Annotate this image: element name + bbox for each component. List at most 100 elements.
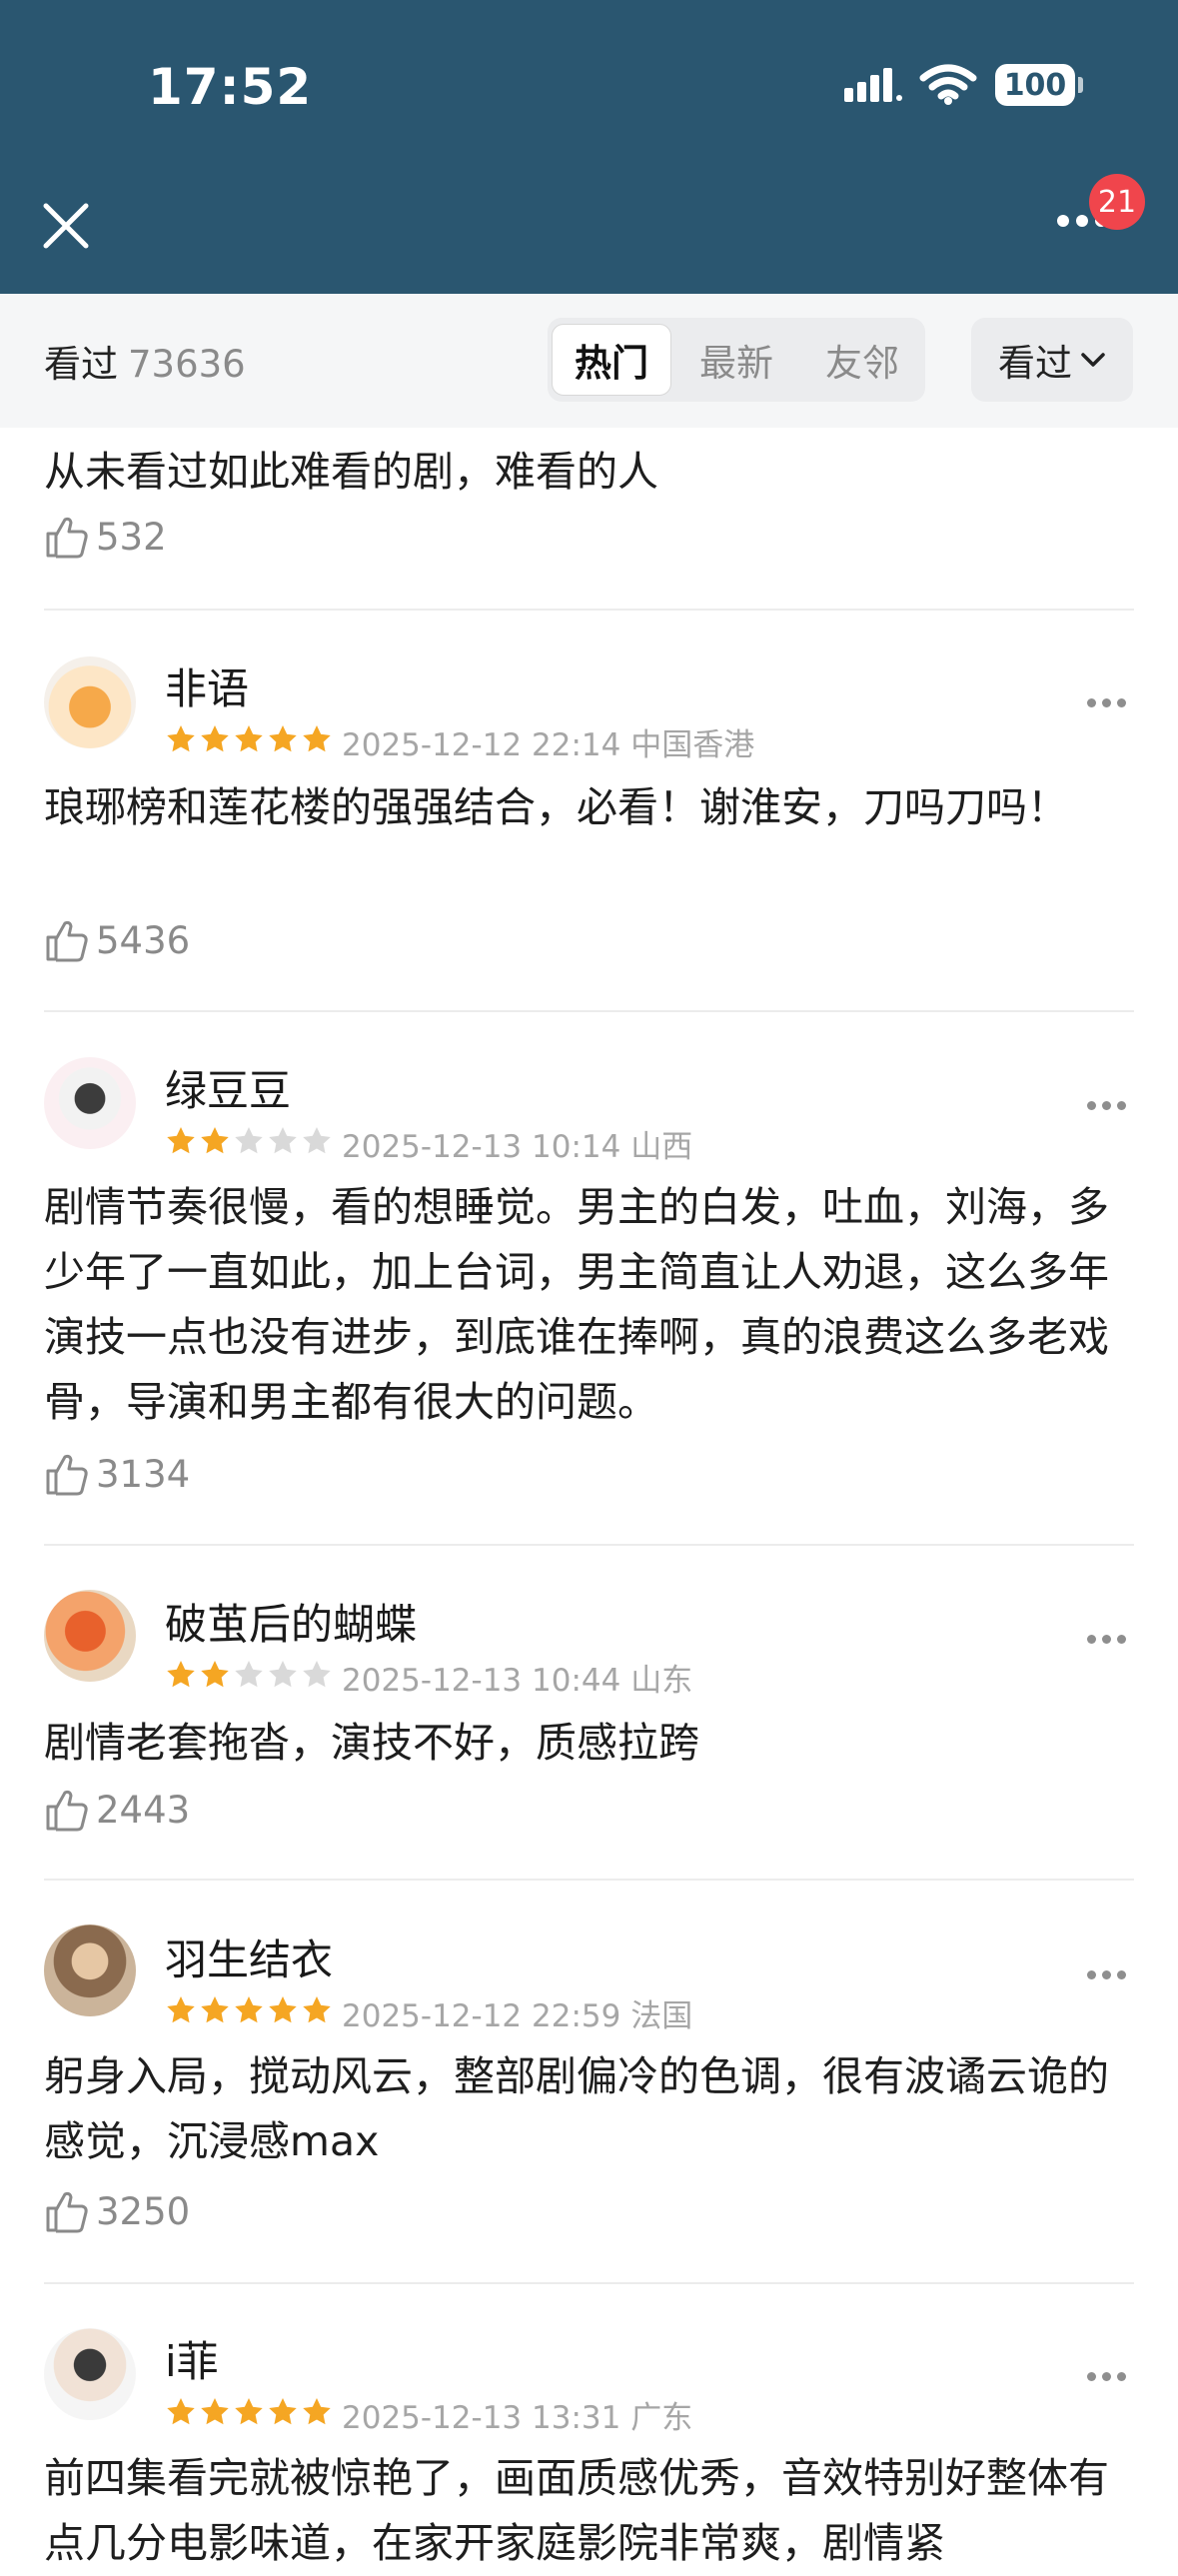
star-icon bbox=[167, 1996, 195, 2023]
status-dropdown[interactable]: 看过 bbox=[971, 318, 1133, 402]
status-time: 17:52 bbox=[148, 58, 313, 116]
divider bbox=[44, 1879, 1134, 1881]
like-count: 2443 bbox=[96, 1788, 191, 1832]
star-icon bbox=[269, 2398, 297, 2425]
wifi-icon bbox=[919, 64, 977, 105]
sort-tabs: 热门 最新 友邻 bbox=[548, 318, 925, 402]
star-icon bbox=[167, 1127, 195, 1154]
user-name[interactable]: 破茧后的蝴蝶 bbox=[165, 1591, 417, 1652]
comment-datetime: 2025-12-12 22:14 bbox=[342, 727, 621, 763]
star-icon bbox=[167, 1661, 195, 1688]
like-button[interactable]: 5436 bbox=[44, 917, 190, 963]
star-icon bbox=[201, 1661, 229, 1688]
signal-icon bbox=[844, 68, 902, 102]
user-name[interactable]: i菲 bbox=[165, 2328, 219, 2389]
dropdown-label: 看过 bbox=[998, 342, 1072, 385]
notification-badge: 21 bbox=[1089, 174, 1145, 230]
comment-text: 从未看过如此难看的剧，难看的人 bbox=[44, 448, 658, 496]
filter-bar: 看过 73636 热门 最新 友邻 看过 bbox=[0, 294, 1178, 428]
seen-count: 73636 bbox=[128, 343, 246, 386]
seen-summary: 看过 73636 bbox=[44, 334, 246, 388]
thumbs-up-icon bbox=[46, 920, 88, 962]
star-icon bbox=[235, 2398, 263, 2425]
divider bbox=[44, 609, 1134, 611]
comment-meta: 2025-12-13 10:14 山西 bbox=[342, 1121, 692, 1166]
star-rating bbox=[165, 1125, 333, 1157]
comment-location: 山西 bbox=[630, 1129, 693, 1165]
star-icon bbox=[235, 725, 263, 752]
user-name[interactable]: 非语 bbox=[165, 655, 249, 716]
comment-datetime: 2025-12-13 10:14 bbox=[342, 1129, 621, 1165]
star-icon bbox=[303, 1127, 331, 1154]
star-icon bbox=[303, 725, 331, 752]
star-icon bbox=[201, 2398, 229, 2425]
comment-location: 法国 bbox=[630, 1998, 693, 2034]
like-button[interactable]: 3250 bbox=[44, 2188, 190, 2234]
comment-more-icon[interactable] bbox=[1087, 1095, 1132, 1114]
like-count: 3134 bbox=[96, 1452, 191, 1496]
comment-location: 山东 bbox=[630, 1663, 693, 1699]
tab-hot[interactable]: 热门 bbox=[552, 324, 671, 396]
divider bbox=[44, 1010, 1134, 1012]
star-icon bbox=[201, 1127, 229, 1154]
avatar[interactable] bbox=[44, 1590, 136, 1682]
chevron-down-icon bbox=[1081, 353, 1105, 367]
star-icon bbox=[235, 1661, 263, 1688]
top-header: 17:52 100 21 bbox=[0, 0, 1178, 294]
star-icon bbox=[167, 725, 195, 752]
comment-text: 前四集看完就被惊艳了，画面质感优秀，音效特别好整体有点几分电影味道，在家开家庭影… bbox=[44, 2454, 1109, 2567]
battery-tip bbox=[1078, 77, 1083, 93]
comment-datetime: 2025-12-12 22:59 bbox=[342, 1998, 621, 2034]
divider bbox=[44, 2282, 1134, 2284]
comment-more-icon[interactable] bbox=[1087, 1964, 1132, 1983]
like-button[interactable]: 532 bbox=[44, 514, 167, 560]
star-icon bbox=[235, 1996, 263, 2023]
star-icon bbox=[303, 1996, 331, 2023]
battery-indicator: 100 bbox=[995, 64, 1075, 106]
comment-location: 广东 bbox=[630, 2400, 693, 2436]
star-rating bbox=[165, 723, 333, 755]
like-count: 3250 bbox=[96, 2189, 191, 2233]
user-name[interactable]: 羽生结衣 bbox=[165, 1927, 333, 1987]
like-count: 5436 bbox=[96, 918, 191, 962]
star-icon bbox=[269, 1127, 297, 1154]
comment-datetime: 2025-12-13 13:31 bbox=[342, 2400, 621, 2436]
star-rating bbox=[165, 1994, 333, 2026]
comment-meta: 2025-12-12 22:14 中国香港 bbox=[342, 719, 754, 764]
comment-more-icon[interactable] bbox=[1087, 1629, 1132, 1648]
star-icon bbox=[269, 725, 297, 752]
comment-text: 剧情节奏很慢，看的想睡觉。男主的白发，吐血，刘海，多少年了一直如此，加上台词，男… bbox=[44, 1183, 1109, 1426]
star-icon bbox=[201, 725, 229, 752]
star-icon bbox=[269, 1996, 297, 2023]
comment-text: 躬身入局，搅动风云，整部剧偏冷的色调，很有波谲云诡的感觉，沉浸感max bbox=[44, 2052, 1109, 2165]
comment-more-icon[interactable] bbox=[1087, 2366, 1132, 2385]
star-icon bbox=[269, 1661, 297, 1688]
close-icon[interactable] bbox=[40, 200, 92, 252]
like-button[interactable]: 2443 bbox=[44, 1787, 190, 1833]
star-icon bbox=[201, 1996, 229, 2023]
comment-datetime: 2025-12-13 10:44 bbox=[342, 1663, 621, 1699]
tab-latest[interactable]: 最新 bbox=[673, 318, 799, 402]
star-rating bbox=[165, 1659, 333, 1691]
thumbs-up-icon bbox=[46, 517, 88, 559]
like-count: 532 bbox=[96, 515, 167, 559]
avatar[interactable] bbox=[44, 2328, 136, 2420]
like-button[interactable]: 3134 bbox=[44, 1451, 190, 1497]
thumbs-up-icon bbox=[46, 1790, 88, 1832]
avatar[interactable] bbox=[44, 1057, 136, 1149]
seen-label: 看过 bbox=[44, 343, 118, 386]
star-icon bbox=[303, 1661, 331, 1688]
avatar[interactable] bbox=[44, 1925, 136, 2016]
star-icon bbox=[167, 2398, 195, 2425]
comment-meta: 2025-12-13 13:31 广东 bbox=[342, 2392, 692, 2437]
divider bbox=[44, 1544, 1134, 1546]
comment-text: 琅琊榜和莲花楼的强强结合，必看！谢淮安，刀吗刀吗！ bbox=[44, 783, 1068, 831]
star-rating bbox=[165, 2396, 333, 2428]
comment-meta: 2025-12-12 22:59 法国 bbox=[342, 1990, 692, 2035]
tab-friends[interactable]: 友邻 bbox=[799, 318, 925, 402]
comment-more-icon[interactable] bbox=[1087, 692, 1132, 711]
user-name[interactable]: 绿豆豆 bbox=[165, 1057, 291, 1118]
comment-location: 中国香港 bbox=[630, 727, 755, 763]
star-icon bbox=[303, 2398, 331, 2425]
avatar[interactable] bbox=[44, 656, 136, 748]
